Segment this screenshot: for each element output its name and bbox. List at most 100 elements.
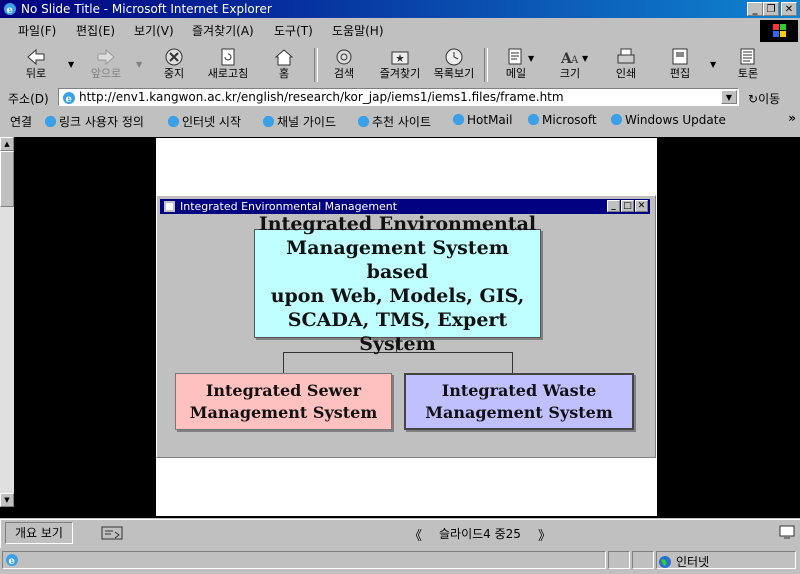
link-microsoft[interactable]: Microsoft — [527, 113, 597, 127]
scroll-down-icon[interactable]: ▼ — [0, 493, 14, 507]
go-arrow-icon: ↻ — [748, 92, 759, 106]
page-icon — [527, 113, 540, 126]
edit-label: 편집 — [669, 67, 691, 80]
status-bar: e 인터넷 — [0, 548, 800, 574]
search-icon — [336, 49, 352, 65]
stop-icon — [165, 48, 183, 66]
box-line: Integrated Environmental — [258, 212, 537, 235]
menu-tools[interactable]: 도구(T) — [274, 22, 313, 39]
vertical-scrollbar[interactable]: ▲ ▼ — [0, 137, 14, 507]
links-more-chevron-icon[interactable]: » — [788, 111, 796, 125]
link-label: 인터넷 시작 — [182, 115, 242, 129]
history-button[interactable]: 목록보기 — [428, 46, 480, 84]
standard-toolbar: 뒤로 ▼ 앞으로 ▼ 중지 새로고침 홈 검색 즐겨찾기 목록보기 메일 ▼ A… — [0, 44, 800, 86]
link-label: 채널 가이드 — [277, 115, 337, 129]
page-icon — [167, 115, 180, 128]
menu-file[interactable]: 파일(F) — [18, 22, 56, 39]
box-line: Integrated Waste — [441, 380, 597, 400]
link-label: HotMail — [467, 113, 513, 127]
address-label: 주소(D) — [8, 92, 49, 106]
link-hotmail[interactable]: HotMail — [452, 113, 512, 127]
next-slide-button[interactable]: 》 — [538, 525, 551, 544]
refresh-icon — [221, 48, 235, 66]
menu-edit[interactable]: 편집(E) — [76, 22, 115, 39]
slide-close-button[interactable]: ✕ — [635, 200, 648, 212]
slide-minimize-button[interactable]: _ — [607, 200, 620, 212]
refresh-label: 새로고침 — [207, 67, 249, 80]
back-label: 뒤로 — [25, 67, 47, 80]
slide-maximize-button[interactable]: □ — [621, 200, 634, 212]
mail-dropdown-icon[interactable]: ▼ — [528, 54, 534, 63]
window-title: No Slide Title - Microsoft Internet Expl… — [21, 2, 272, 16]
page-icon — [357, 115, 370, 128]
prev-slide-button[interactable]: 《 — [409, 525, 422, 544]
mail-icon — [508, 48, 522, 65]
address-input[interactable]: e http://env1.kangwon.ac.kr/english/rese… — [58, 88, 739, 106]
ie-logo-icon: e — [4, 3, 16, 16]
close-button[interactable]: ✕ — [781, 2, 797, 16]
link-windows-update[interactable]: Windows Update — [610, 113, 726, 127]
waste-management-box: Integrated Waste Management System — [404, 373, 634, 430]
link-label: Windows Update — [625, 113, 726, 127]
zone-label: 인터넷 — [676, 555, 710, 569]
discuss-icon — [740, 48, 755, 65]
forward-label: 앞으로 — [90, 67, 122, 80]
search-button[interactable]: 검색 — [318, 46, 370, 84]
print-icon — [617, 48, 635, 64]
discuss-button[interactable]: 토론 — [722, 46, 774, 84]
svg-text:e: e — [9, 556, 15, 567]
back-button[interactable]: 뒤로 — [10, 46, 62, 84]
home-button[interactable]: 홈 — [258, 46, 310, 84]
box-line: Integrated Sewer — [205, 380, 362, 400]
box-line: Management System — [189, 402, 378, 422]
windows-logo-icon — [760, 20, 798, 42]
minimize-button[interactable]: _ — [747, 2, 763, 16]
mail-button[interactable]: 메일 — [490, 46, 542, 84]
menu-view[interactable]: 보기(V) — [134, 22, 174, 39]
page-icon: e — [63, 92, 75, 105]
notes-toggle-icon[interactable] — [101, 526, 123, 540]
edit-button[interactable]: 편집 — [654, 46, 706, 84]
address-bar: 주소(D) e http://env1.kangwon.ac.kr/englis… — [0, 87, 800, 109]
refresh-button[interactable]: 새로고침 — [202, 46, 254, 84]
link-recommended[interactable]: 추천 사이트 — [357, 113, 431, 130]
fullscreen-icon[interactable] — [779, 524, 795, 540]
favorites-button[interactable]: 즐겨찾기 — [374, 46, 426, 84]
scroll-up-icon[interactable]: ▲ — [0, 137, 14, 151]
print-button[interactable]: 인쇄 — [600, 46, 652, 84]
link-label: Microsoft — [542, 113, 597, 127]
page-icon: e — [6, 554, 18, 567]
status-text-panel: e — [2, 551, 606, 569]
link-label: 추천 사이트 — [372, 115, 432, 129]
edit-dropdown-icon[interactable]: ▼ — [710, 60, 716, 69]
page-icon — [44, 115, 57, 128]
forward-dropdown-icon[interactable]: ▼ — [136, 60, 142, 69]
history-icon — [445, 48, 463, 66]
address-url: http://env1.kangwon.ac.kr/english/resear… — [79, 90, 564, 104]
link-channel-guide[interactable]: 채널 가이드 — [262, 113, 336, 130]
link-label: 링크 사용자 정의 — [59, 115, 144, 129]
font-size-label: 크기 — [559, 67, 581, 80]
scrollbar-thumb[interactable] — [0, 151, 14, 207]
box-line: upon Web, Models, GIS, — [270, 284, 525, 307]
go-label: 이동 — [758, 92, 781, 106]
outline-view-tab[interactable]: 개요 보기 — [5, 522, 73, 544]
go-button[interactable]: ↻이동 — [748, 90, 780, 107]
back-dropdown-icon[interactable]: ▼ — [68, 60, 74, 69]
title-bar: e No Slide Title - Microsoft Internet Ex… — [0, 0, 800, 18]
toolbar-separator — [484, 48, 488, 82]
font-size-button[interactable]: AA 크기 — [544, 46, 596, 84]
back-arrow-icon — [27, 48, 45, 66]
address-dropdown-icon[interactable]: ▼ — [721, 90, 737, 104]
box-line: Management System based — [286, 236, 509, 283]
link-customize[interactable]: 링크 사용자 정의 — [44, 113, 144, 130]
menu-help[interactable]: 도움말(H) — [332, 22, 384, 39]
restore-button[interactable]: ❐ — [763, 2, 779, 16]
menu-favorites[interactable]: 즐겨찾기(A) — [192, 22, 254, 39]
font-size-dropdown-icon[interactable]: ▼ — [582, 54, 588, 63]
link-internet-start[interactable]: 인터넷 시작 — [167, 113, 241, 130]
svg-text:A: A — [570, 55, 579, 66]
stop-button[interactable]: 중지 — [148, 46, 200, 84]
forward-button[interactable]: 앞으로 — [80, 46, 132, 84]
window-icon — [164, 201, 175, 212]
